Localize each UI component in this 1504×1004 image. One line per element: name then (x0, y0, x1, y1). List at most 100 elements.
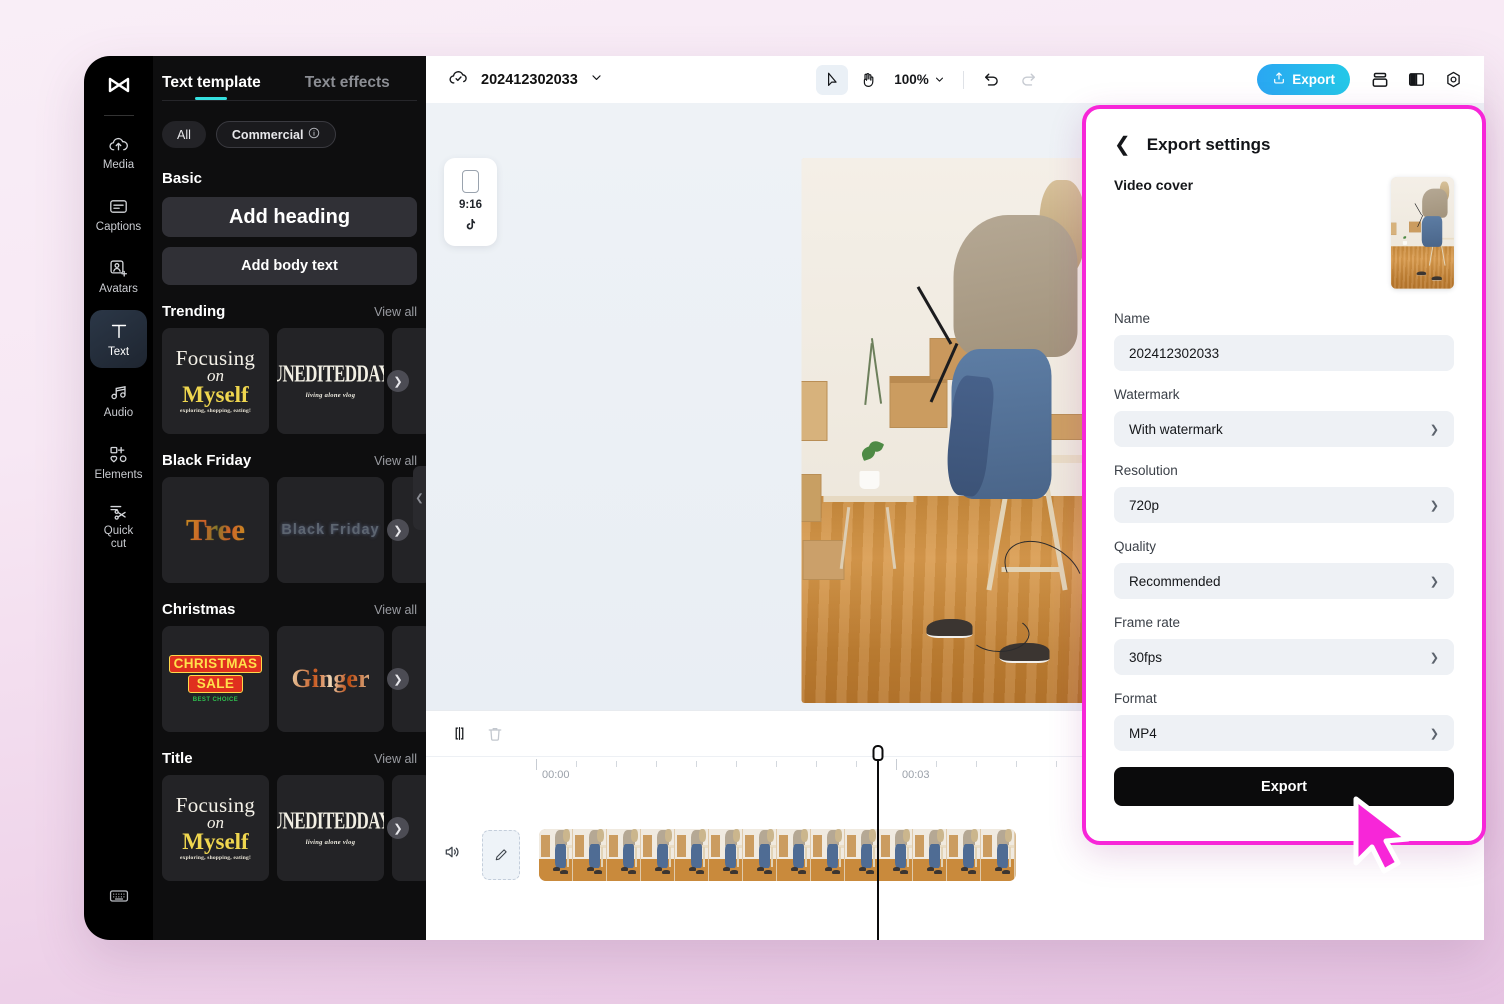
music-note-icon (108, 382, 129, 403)
chevron-down-icon: ❯ (1429, 651, 1439, 664)
template-card[interactable]: Focusing on Myself exploring, shopping, … (162, 775, 269, 881)
tab-text-effects[interactable]: Text effects (305, 74, 390, 100)
chevron-right-icon[interactable]: ❯ (387, 668, 409, 690)
export-button[interactable]: Export (1257, 64, 1350, 95)
panel-scroll-area[interactable]: All Commercial Basic Add heading Add bod… (153, 101, 426, 940)
chevron-down-icon: ❯ (1429, 499, 1439, 512)
split-icon[interactable] (444, 720, 474, 748)
template-card[interactable]: UNEDITEDDAY living alone vlog (277, 775, 384, 881)
avatar-add-icon (108, 258, 129, 279)
field-label-format: Format (1114, 691, 1157, 706)
export-panel-title: Export settings (1146, 135, 1271, 154)
sidebar-item-media[interactable]: Media (90, 124, 147, 182)
view-all-link[interactable]: View all (374, 603, 417, 617)
cover-preview-content (1391, 177, 1454, 289)
tab-text-template[interactable]: Text template (162, 74, 261, 100)
sidebar-item-avatars[interactable]: Avatars (90, 248, 147, 306)
sidebar-item-label: Quick cut (103, 524, 134, 550)
sidebar-item-quick-cut[interactable]: Quick cut (90, 496, 147, 554)
sidebar-item-audio[interactable]: Audio (90, 372, 147, 430)
clip-thumbnail (641, 829, 675, 881)
tpl-line: UNEDITEDDAY (277, 806, 384, 834)
aspect-ratio-badge[interactable]: 9:16 (444, 158, 497, 246)
sidebar-item-text[interactable]: Text (90, 310, 147, 368)
video-clip[interactable] (539, 829, 1016, 881)
redo-icon[interactable] (1012, 65, 1044, 95)
resolution-select[interactable]: 720p ❯ (1114, 487, 1454, 523)
clip-thumbnail (879, 829, 913, 881)
sidebar-item-label: Elements (94, 469, 143, 482)
add-body-text-button[interactable]: Add body text (162, 247, 417, 285)
edit-clip-button[interactable] (482, 830, 520, 880)
chevron-left-icon[interactable]: ❮ (1114, 135, 1131, 155)
add-heading-button[interactable]: Add heading (162, 197, 417, 237)
keyboard-icon[interactable] (108, 885, 130, 912)
gear-icon[interactable] (1438, 65, 1470, 95)
video-cover-thumbnail[interactable] (1391, 177, 1454, 289)
section-title: Title (162, 750, 193, 767)
hand-icon[interactable] (852, 65, 884, 95)
template-card-row: Focusing on Myself exploring, shopping, … (162, 328, 426, 434)
chevron-right-icon[interactable]: ❯ (387, 370, 409, 392)
tpl-line: living alone vlog (305, 391, 356, 399)
elements-icon (108, 444, 129, 465)
zoom-level-control[interactable]: 100% (894, 72, 945, 87)
sidebar-item-label: Audio (103, 407, 134, 420)
name-input[interactable]: 202412302033 (1114, 335, 1454, 371)
sidebar-item-captions[interactable]: Captions (90, 186, 147, 244)
template-card[interactable]: CHRISTMAS SALE BEST CHOICE (162, 626, 269, 732)
template-card[interactable]: Ginger (277, 626, 384, 732)
clip-thumbnail (607, 829, 641, 881)
toolbar-left-group: 202412302033 (448, 67, 603, 93)
undo-icon[interactable] (976, 65, 1008, 95)
template-card[interactable]: Tree (162, 477, 269, 583)
chip-commercial[interactable]: Commercial (215, 121, 337, 148)
split-view-icon[interactable] (1401, 65, 1433, 95)
info-icon[interactable] (308, 127, 320, 142)
chevron-right-icon[interactable]: ❯ (387, 519, 409, 541)
cloud-check-icon[interactable] (448, 67, 469, 93)
trash-icon[interactable] (480, 720, 510, 748)
cursor-arrow-icon[interactable] (816, 64, 849, 95)
sidebar-item-elements[interactable]: Elements (90, 434, 147, 492)
ratio-label: 9:16 (458, 199, 483, 211)
template-card[interactable]: Black Friday (277, 477, 384, 583)
template-card[interactable]: UNEDITEDDAY living alone vlog (277, 328, 384, 434)
project-name[interactable]: 202412302033 (481, 72, 578, 88)
format-select[interactable]: MP4 ❯ (1114, 715, 1454, 751)
layers-icon[interactable] (1364, 65, 1396, 95)
clip-thumbnail (777, 829, 811, 881)
view-all-link[interactable]: View all (374, 305, 417, 319)
frame-rate-value: 30fps (1129, 649, 1163, 665)
chip-all[interactable]: All (162, 121, 206, 148)
toolbar-center-group: 100% (816, 64, 1044, 95)
top-toolbar: 202412302033 100% Export (426, 56, 1484, 103)
collapse-panel-handle[interactable]: ❮ (413, 466, 426, 530)
view-all-link[interactable]: View all (374, 752, 417, 766)
template-card[interactable]: Focusing on Myself exploring, shopping, … (162, 328, 269, 434)
filter-chips: All Commercial (162, 121, 417, 148)
frame-rate-select[interactable]: 30fps ❯ (1114, 639, 1454, 675)
video-preview[interactable] (801, 158, 1109, 703)
watermark-select[interactable]: With watermark ❯ (1114, 411, 1454, 447)
chevron-down-icon[interactable] (590, 71, 603, 89)
tpl-line: exploring, shopping, eating! (179, 854, 251, 861)
chevron-down-icon: ❯ (1429, 575, 1439, 588)
video-cover-label: Video cover (1114, 177, 1194, 193)
export-confirm-button[interactable]: Export (1114, 767, 1454, 806)
phone-frame-icon (462, 170, 479, 193)
export-settings-panel: ❮ Export settings Video cover Name 20241… (1082, 105, 1486, 845)
clip-thumbnail (913, 829, 947, 881)
view-all-link[interactable]: View all (374, 454, 417, 468)
playhead[interactable] (872, 745, 884, 940)
quality-select[interactable]: Recommended ❯ (1114, 563, 1454, 599)
chevron-right-icon[interactable]: ❯ (387, 817, 409, 839)
field-label-resolution: Resolution (1114, 463, 1178, 478)
speaker-icon[interactable] (440, 843, 464, 861)
section-header-christmas: Christmas View all (162, 601, 417, 618)
template-card-row: Focusing on Myself exploring, shopping, … (162, 775, 426, 881)
playhead-handle[interactable] (872, 745, 884, 761)
clip-thumbnail (845, 829, 879, 881)
sidebar-item-label: Media (102, 159, 135, 172)
capcut-logo-icon[interactable] (103, 70, 135, 102)
